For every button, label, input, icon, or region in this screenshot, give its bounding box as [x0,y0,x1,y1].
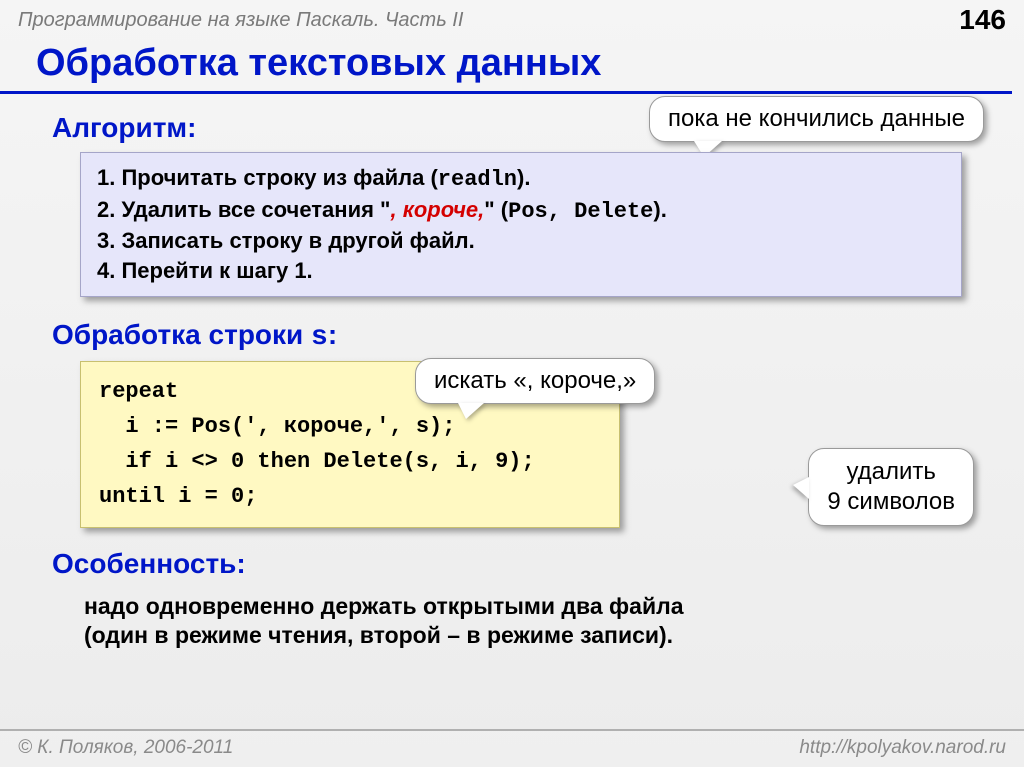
algorithm-box: 1. Прочитать строку из файла (readln). 2… [80,152,962,297]
callout-tail-icon [458,403,484,419]
slide-header: Программирование на языке Паскаль. Часть… [0,0,1024,38]
algo-line-2: 2. Удалить все сочетания ", короче," (Po… [97,195,945,227]
feature-note: надо одновременно держать открытыми два … [52,588,980,652]
note-line-2: (один в режиме чтения, второй – в режиме… [84,621,980,651]
callout-delete: удалить 9 символов [808,448,974,526]
page-number: 146 [959,4,1006,36]
footer-url: http://kpolyakov.narod.ru [799,737,1006,759]
callout-tail-icon [793,477,809,499]
page-title: Обработка текстовых данных [0,38,1012,94]
algo-line-4: 4. Перейти к шагу 1. [97,256,945,286]
callout-text: искать «, короче,» [434,367,636,394]
algo-line-3: 3. Записать строку в другой файл. [97,226,945,256]
course-title: Программирование на языке Паскаль. Часть… [18,9,463,32]
note-line-1: надо одновременно держать открытыми два … [84,592,980,622]
heading-string-processing: Обработка строки s: [52,319,980,353]
copyright: © К. Поляков, 2006-2011 [18,737,233,759]
heading-feature: Особенность: [52,548,980,580]
callout-search: искать «, короче,» [415,358,655,404]
algo-line-1: 1. Прочитать строку из файла (readln). [97,163,945,195]
heading-algorithm: Алгоритм: [52,112,980,144]
callout-text-l1: удалить [827,457,955,487]
callout-text-l2: 9 символов [827,487,955,517]
slide-footer: © К. Поляков, 2006-2011 http://kpolyakov… [0,729,1024,767]
